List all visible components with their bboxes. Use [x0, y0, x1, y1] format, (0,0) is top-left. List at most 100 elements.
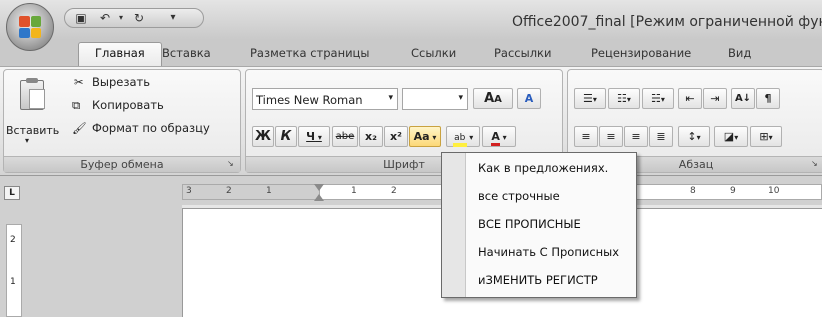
- vertical-ruler[interactable]: 2 1: [6, 224, 22, 317]
- ruler-tick: 8: [690, 186, 696, 196]
- clipboard-group-label: Буфер обмена: [4, 156, 240, 172]
- decrease-indent-button[interactable]: ⇤: [678, 88, 702, 109]
- font-name-dropdown-icon: ▾: [388, 93, 393, 103]
- highlight-button[interactable]: ab ▾: [446, 126, 480, 147]
- customize-qat-icon[interactable]: ▾: [165, 11, 181, 25]
- strikethrough-button[interactable]: abe: [332, 126, 358, 147]
- ribbon: Вставить ▾ ✂ Вырезать ⧉ Копировать 🖌 Фор…: [0, 66, 822, 176]
- sort-button[interactable]: А↓: [731, 88, 755, 109]
- increase-indent-icon: ⇥: [710, 92, 720, 105]
- grow-shrink-font-button[interactable]: AA: [473, 88, 513, 109]
- tab-selector[interactable]: L: [4, 186, 20, 200]
- ruler-tick: 9: [730, 186, 736, 196]
- ruler-tick: 2: [391, 186, 397, 196]
- menu-icon-gutter: [442, 153, 466, 297]
- office-button[interactable]: [6, 3, 54, 51]
- borders-icon: ⊞: [759, 130, 769, 143]
- ruler-tick: 2: [226, 186, 232, 196]
- tab-mailings[interactable]: Рассылки: [494, 46, 551, 60]
- vertical-ruler-tick: 1: [10, 277, 16, 287]
- vertical-ruler-tick: 2: [10, 235, 16, 245]
- increase-indent-button[interactable]: ⇥: [703, 88, 727, 109]
- bold-button[interactable]: Ж: [252, 126, 274, 147]
- clear-formatting-icon: A: [524, 92, 534, 105]
- menu-item-sentence-case[interactable]: Как в предложениях.: [478, 161, 608, 175]
- font-name-value: Times New Roman: [256, 93, 363, 107]
- hanging-indent-marker-icon[interactable]: [314, 194, 324, 201]
- font-color-icon: A: [491, 130, 500, 146]
- cut-button[interactable]: Вырезать: [92, 75, 150, 89]
- change-case-menu: Как в предложениях. все строчные ВСЕ ПРО…: [441, 152, 637, 298]
- tab-page-layout[interactable]: Разметка страницы: [250, 46, 369, 60]
- scissors-icon: ✂: [74, 75, 84, 89]
- grow-font-icon: A: [484, 91, 495, 106]
- tab-review[interactable]: Рецензирование: [591, 46, 691, 60]
- numbering-button[interactable]: ☷▾: [608, 88, 640, 109]
- multilevel-list-button[interactable]: ☵▾: [642, 88, 674, 109]
- clipboard-group: Вставить ▾ ✂ Вырезать ⧉ Копировать 🖌 Фор…: [3, 69, 241, 173]
- decrease-indent-icon: ⇤: [685, 92, 695, 105]
- undo-dropdown-icon[interactable]: ▾: [113, 11, 129, 25]
- superscript-button[interactable]: x²: [384, 126, 408, 147]
- redo-icon[interactable]: ↻: [131, 11, 147, 25]
- bullets-icon: ☰: [583, 92, 593, 105]
- font-size-combobox[interactable]: ▾: [402, 88, 468, 110]
- tab-insert[interactable]: Вставка: [162, 46, 211, 60]
- bullets-button[interactable]: ☰▾: [574, 88, 606, 109]
- multilevel-list-icon: ☵: [651, 92, 661, 105]
- save-icon[interactable]: ▣: [73, 11, 89, 25]
- copy-icon: ⧉: [72, 98, 81, 112]
- paste-button[interactable]: Вставить ▾: [6, 74, 60, 150]
- paste-dropdown-icon: ▾: [25, 136, 30, 145]
- ribbon-tabs: Главная Вставка Разметка страницы Ссылки…: [0, 40, 822, 66]
- align-left-button[interactable]: ≡: [574, 126, 598, 147]
- underline-label: Ч: [306, 130, 316, 143]
- align-right-icon: ≡: [631, 130, 641, 143]
- justify-icon: ≣: [656, 130, 666, 143]
- numbering-icon: ☷: [617, 92, 627, 105]
- align-right-button[interactable]: ≡: [624, 126, 648, 147]
- paste-label: Вставить: [6, 124, 60, 137]
- word-window: Office2007_final [Режим ограниченной фун…: [0, 0, 822, 317]
- ruler-tick: 10: [768, 186, 780, 196]
- ruler-margin-left: [182, 184, 320, 200]
- office-logo-icon: [19, 16, 41, 38]
- undo-icon[interactable]: ↶: [97, 11, 113, 25]
- paste-icon: [20, 78, 45, 110]
- ruler-tick: 3: [186, 186, 192, 196]
- shading-icon: ◪: [723, 130, 735, 143]
- indent-marker-icon[interactable]: [314, 184, 324, 191]
- align-center-icon: ≡: [606, 130, 616, 143]
- shrink-font-icon: A: [494, 94, 502, 105]
- line-spacing-button[interactable]: ↕▾: [678, 126, 710, 147]
- tab-references[interactable]: Ссылки: [411, 46, 456, 60]
- tab-view[interactable]: Вид: [728, 46, 751, 60]
- show-marks-button[interactable]: ¶: [756, 88, 780, 109]
- subscript-button[interactable]: x₂: [359, 126, 383, 147]
- justify-button[interactable]: ≣: [649, 126, 673, 147]
- tab-home[interactable]: Главная: [78, 42, 162, 66]
- change-case-button[interactable]: Aa ▾: [409, 126, 441, 147]
- change-case-label: Aa: [413, 130, 430, 143]
- copy-button[interactable]: Копировать: [92, 98, 164, 112]
- menu-item-toggle-case[interactable]: иЗМЕНИТЬ РЕГИСТР: [478, 273, 598, 287]
- paragraph-launcher-icon[interactable]: ↘: [811, 159, 821, 169]
- font-color-button[interactable]: A ▾: [482, 126, 516, 147]
- font-name-combobox[interactable]: Times New Roman ▾: [252, 88, 398, 110]
- align-center-button[interactable]: ≡: [599, 126, 623, 147]
- italic-button[interactable]: К: [275, 126, 297, 147]
- highlight-icon: ab: [452, 133, 467, 147]
- menu-item-capitalize-each-word[interactable]: Начинать С Прописных: [478, 245, 619, 259]
- shading-button[interactable]: ◪▾: [714, 126, 748, 147]
- menu-item-uppercase[interactable]: ВСЕ ПРОПИСНЫЕ: [478, 217, 581, 231]
- window-title: Office2007_final [Режим ограниченной фун…: [512, 14, 822, 30]
- menu-item-lowercase[interactable]: все строчные: [478, 189, 560, 203]
- format-painter-button[interactable]: Формат по образцу: [92, 121, 210, 135]
- line-spacing-icon: ↕: [687, 130, 697, 143]
- font-size-dropdown-icon: ▾: [458, 93, 463, 103]
- clear-formatting-button[interactable]: A: [517, 88, 541, 109]
- clipboard-launcher-icon[interactable]: ↘: [227, 159, 237, 169]
- ruler-tick: 1: [351, 186, 357, 196]
- underline-button[interactable]: Ч ▾: [298, 126, 330, 147]
- borders-button[interactable]: ⊞▾: [750, 126, 782, 147]
